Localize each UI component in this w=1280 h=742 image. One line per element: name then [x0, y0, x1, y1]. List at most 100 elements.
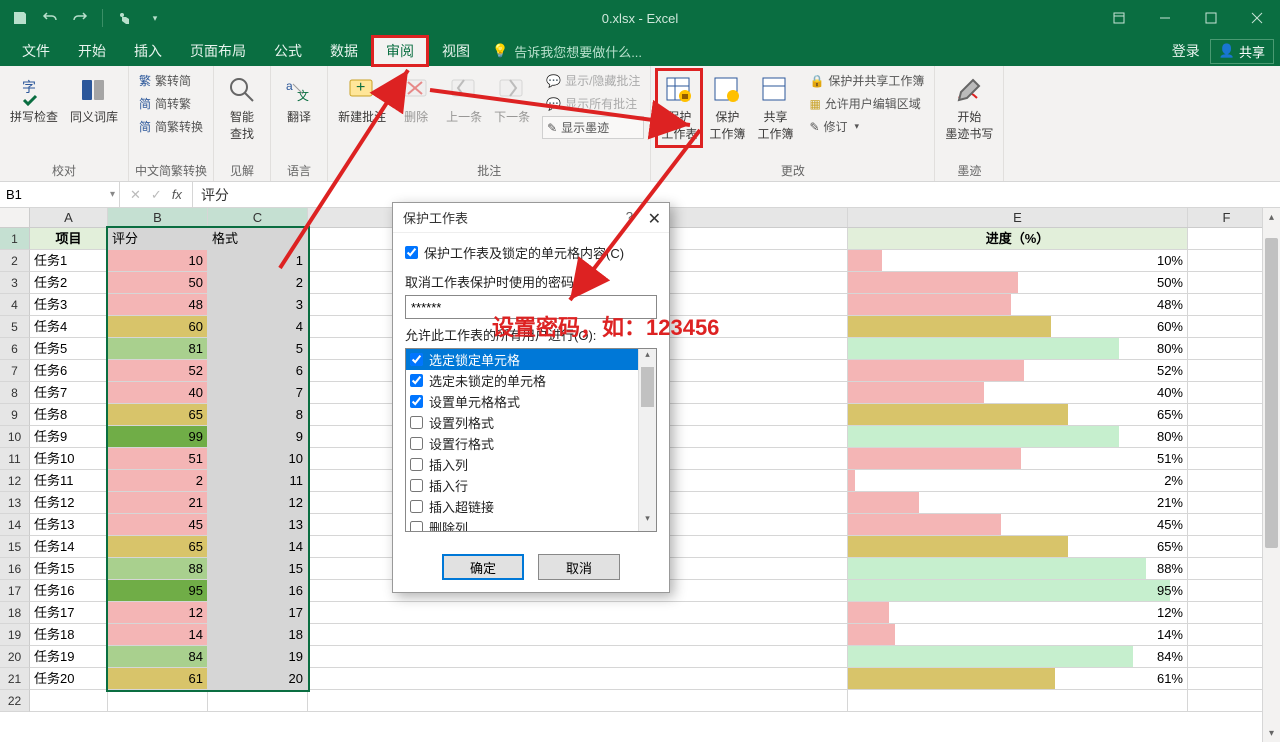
cell-C11[interactable]: 10 — [208, 448, 308, 470]
row-head-19[interactable]: 19 — [0, 624, 30, 646]
new-comment-button[interactable]: + 新建批注 — [334, 70, 390, 129]
cell-A9[interactable]: 任务8 — [30, 404, 108, 426]
row-head-20[interactable]: 20 — [0, 646, 30, 668]
cell-B4[interactable]: 48 — [108, 294, 208, 316]
spell-check-button[interactable]: 字 拼写检查 — [6, 70, 62, 129]
cell-B17[interactable]: 95 — [108, 580, 208, 602]
select-all-corner[interactable] — [0, 208, 30, 227]
cell-E7[interactable]: 52% — [848, 360, 1188, 382]
permission-check-0[interactable] — [410, 353, 423, 366]
cancel-button[interactable]: 取消 — [538, 554, 620, 580]
share-workbook-button[interactable]: 共享 工作簿 — [753, 70, 797, 146]
cell-E20[interactable]: 84% — [848, 646, 1188, 668]
cell-E6[interactable]: 80% — [848, 338, 1188, 360]
cell-C20[interactable]: 19 — [208, 646, 308, 668]
start-ink-button[interactable]: 开始 墨迹书写 — [941, 70, 997, 146]
cell-B22[interactable] — [108, 690, 208, 712]
permission-item-6[interactable]: 插入行 — [406, 475, 656, 496]
cell-B5[interactable]: 60 — [108, 316, 208, 338]
share-button[interactable]: 👤 共享 — [1210, 39, 1274, 64]
cell-F21[interactable] — [1188, 668, 1266, 690]
permission-check-2[interactable] — [410, 395, 423, 408]
cell-E15[interactable]: 65% — [848, 536, 1188, 558]
permission-check-7[interactable] — [410, 500, 423, 513]
thesaurus-button[interactable]: 同义词库 — [66, 70, 122, 129]
cell-F22[interactable] — [1188, 690, 1266, 712]
cell-F17[interactable] — [1188, 580, 1266, 602]
cell-A6[interactable]: 任务5 — [30, 338, 108, 360]
cell-A22[interactable] — [30, 690, 108, 712]
scrollbar-thumb[interactable] — [1265, 238, 1278, 548]
permission-item-8[interactable]: 删除列 — [406, 517, 656, 532]
tab-file[interactable]: 文件 — [8, 36, 64, 66]
cell-C12[interactable]: 11 — [208, 470, 308, 492]
name-box[interactable]: ▾ — [0, 182, 120, 207]
cell-F12[interactable] — [1188, 470, 1266, 492]
cell-E19[interactable]: 14% — [848, 624, 1188, 646]
tab-home[interactable]: 开始 — [64, 36, 120, 66]
t2s-button[interactable]: 繁繁转简 — [135, 70, 195, 91]
cell-A5[interactable]: 任务4 — [30, 316, 108, 338]
cell-C5[interactable]: 4 — [208, 316, 308, 338]
cell-E22[interactable] — [848, 690, 1188, 712]
redo-icon[interactable] — [72, 10, 88, 26]
list-scrollbar[interactable]: ▴ ▾ — [638, 349, 656, 531]
cell-A4[interactable]: 任务3 — [30, 294, 108, 316]
cell-A3[interactable]: 任务2 — [30, 272, 108, 294]
cell-B14[interactable]: 45 — [108, 514, 208, 536]
permissions-list[interactable]: 选定锁定单元格选定未锁定的单元格设置单元格格式设置列格式设置行格式插入列插入行插… — [405, 348, 657, 532]
cell-E21[interactable]: 61% — [848, 668, 1188, 690]
permission-check-3[interactable] — [410, 416, 423, 429]
cell-B10[interactable]: 99 — [108, 426, 208, 448]
track-changes-button[interactable]: ✎修订▾ — [805, 116, 928, 137]
cell-C18[interactable]: 17 — [208, 602, 308, 624]
delete-comment-button[interactable]: 删除 — [394, 70, 438, 129]
cell-E12[interactable]: 2% — [848, 470, 1188, 492]
cell-E3[interactable]: 50% — [848, 272, 1188, 294]
protect-share-button[interactable]: 🔒保护并共享工作簿 — [805, 70, 928, 91]
cell-F16[interactable] — [1188, 558, 1266, 580]
login-link[interactable]: 登录 — [1172, 41, 1200, 61]
cell-E14[interactable]: 45% — [848, 514, 1188, 536]
cell-E8[interactable]: 40% — [848, 382, 1188, 404]
cell-E2[interactable]: 10% — [848, 250, 1188, 272]
cell-F19[interactable] — [1188, 624, 1266, 646]
cell-E1[interactable]: 进度（%） — [848, 228, 1188, 250]
col-head-B[interactable]: B — [108, 208, 208, 227]
tab-review[interactable]: 审阅 — [372, 36, 428, 66]
cell-A21[interactable]: 任务20 — [30, 668, 108, 690]
cell-C2[interactable]: 1 — [208, 250, 308, 272]
cell-E9[interactable]: 65% — [848, 404, 1188, 426]
cell-C21[interactable]: 20 — [208, 668, 308, 690]
tab-formulas[interactable]: 公式 — [260, 36, 316, 66]
cell-F9[interactable] — [1188, 404, 1266, 426]
cell-F11[interactable] — [1188, 448, 1266, 470]
minimize-icon[interactable] — [1142, 0, 1188, 36]
cell-A14[interactable]: 任务13 — [30, 514, 108, 536]
permission-item-2[interactable]: 设置单元格格式 — [406, 391, 656, 412]
cell-A16[interactable]: 任务15 — [30, 558, 108, 580]
cell-B12[interactable]: 2 — [108, 470, 208, 492]
cell-C6[interactable]: 5 — [208, 338, 308, 360]
row-head-3[interactable]: 3 — [0, 272, 30, 294]
touch-mode-icon[interactable] — [117, 10, 133, 26]
tab-layout[interactable]: 页面布局 — [176, 36, 260, 66]
cell-A2[interactable]: 任务1 — [30, 250, 108, 272]
cell-F4[interactable] — [1188, 294, 1266, 316]
cell-E13[interactable]: 21% — [848, 492, 1188, 514]
allow-edit-range-button[interactable]: ▦允许用户编辑区域 — [805, 93, 928, 114]
ribbon-options-icon[interactable] — [1096, 0, 1142, 36]
cell-C10[interactable]: 9 — [208, 426, 308, 448]
fx-icon[interactable]: fx — [172, 187, 182, 202]
permission-check-5[interactable] — [410, 458, 423, 471]
cell-B21[interactable]: 61 — [108, 668, 208, 690]
permission-item-1[interactable]: 选定未锁定的单元格 — [406, 370, 656, 391]
name-box-input[interactable] — [6, 187, 86, 202]
cell-C1[interactable]: 格式 — [208, 228, 308, 250]
cell-B1[interactable]: 评分 — [108, 228, 208, 250]
protect-contents-checkbox[interactable]: 保护工作表及锁定的单元格内容(C) — [405, 243, 657, 262]
cell-A7[interactable]: 任务6 — [30, 360, 108, 382]
cell-B11[interactable]: 51 — [108, 448, 208, 470]
row-head-17[interactable]: 17 — [0, 580, 30, 602]
chevron-down-icon[interactable]: ▾ — [110, 189, 115, 200]
